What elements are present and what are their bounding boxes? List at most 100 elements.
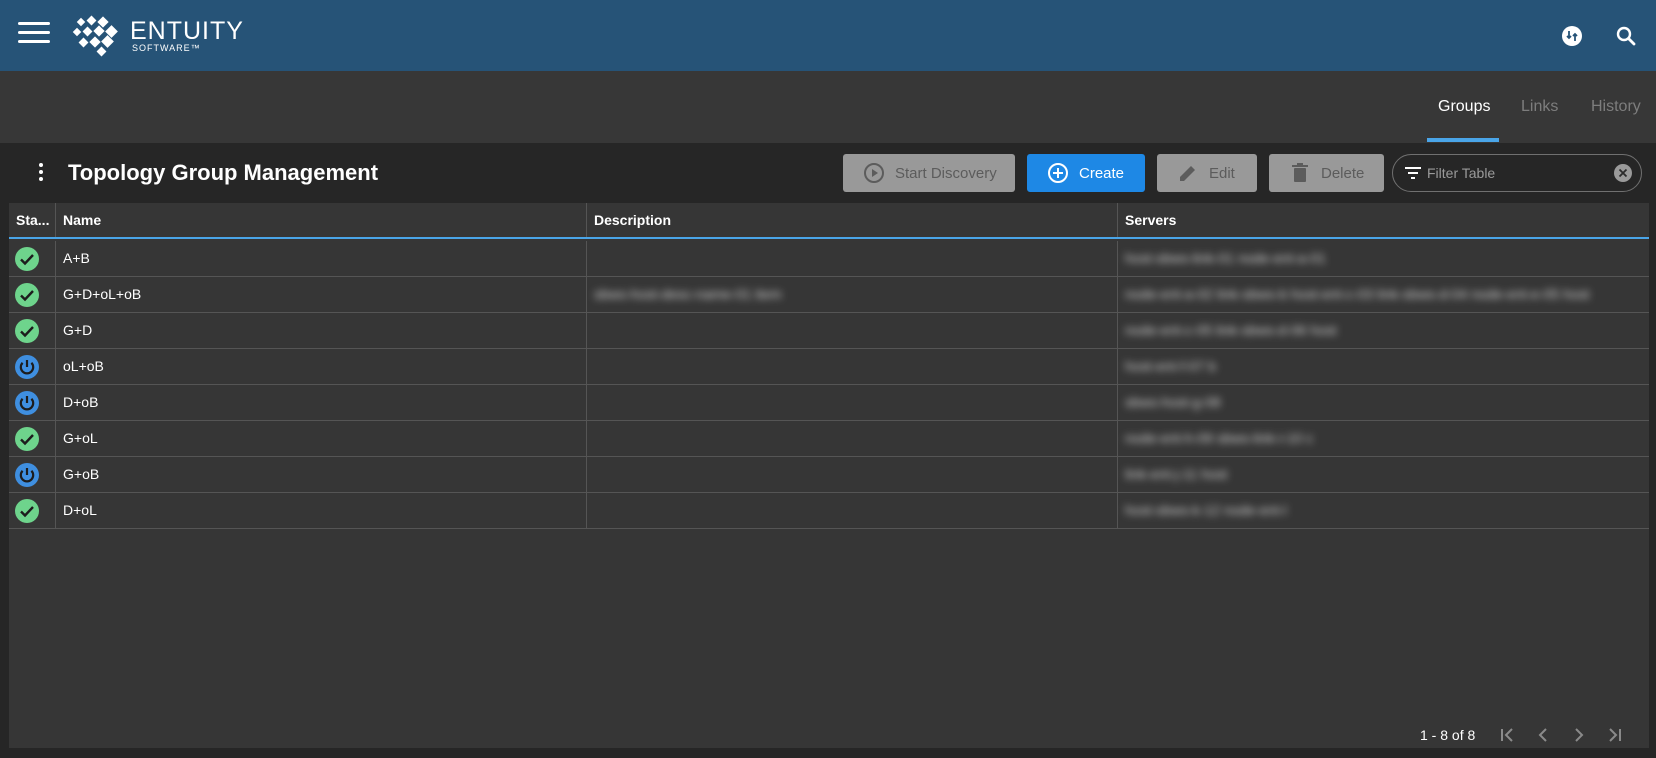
status-cell (9, 493, 56, 528)
kebab-menu-icon[interactable] (36, 163, 46, 183)
search-icon[interactable] (1614, 24, 1638, 48)
description-cell (587, 457, 1118, 492)
logo-name: ENTUITY (130, 17, 244, 45)
name-cell-text: A+B (63, 250, 90, 266)
name-cell: oL+oB (56, 349, 587, 384)
description-cell: sbws-host-desc-name-01 item (587, 277, 1118, 312)
power-circle-icon (15, 391, 39, 415)
next-page-icon[interactable] (1561, 723, 1597, 747)
entuity-logo[interactable]: ENTUITY SOFTWARE™ (72, 14, 244, 58)
edit-button[interactable]: Edit (1157, 154, 1257, 192)
servers-cell-text: host-ent-f-07 b (1125, 358, 1217, 374)
table-row[interactable]: D+oL host-sbws-k-12 node-ent-l (9, 493, 1649, 529)
description-cell (587, 349, 1118, 384)
name-cell: D+oB (56, 385, 587, 420)
top-app-bar: ENTUITY SOFTWARE™ (0, 0, 1656, 71)
first-page-icon[interactable] (1489, 723, 1525, 747)
create-button[interactable]: Create (1027, 154, 1145, 192)
tab-bar: Groups Links History (0, 71, 1656, 143)
start-discovery-button[interactable]: Start Discovery (843, 154, 1015, 192)
name-cell: G+D (56, 313, 587, 348)
name-cell-text: oL+oB (63, 358, 104, 374)
status-cell (9, 277, 56, 312)
description-cell (587, 493, 1118, 528)
servers-cell-text: node-ent-h-09 sbws-link-i-10 c (1125, 430, 1314, 446)
servers-cell: node-ent-a-02 link-sbws-b host-ent-c-03 … (1118, 277, 1649, 312)
table-row[interactable]: A+B host-sbws-link-01 node-ent-a-01 (9, 241, 1649, 277)
tab-groups[interactable]: Groups (1438, 71, 1490, 143)
table-row[interactable]: G+D node-ent-c-05 link-sbws-d-06 host (9, 313, 1649, 349)
panel-header: Topology Group Management Start Discover… (0, 143, 1656, 203)
table-row[interactable]: G+oB link-ent-j-11 host (9, 457, 1649, 493)
name-cell-text: G+oB (63, 466, 100, 482)
servers-cell: node-ent-c-05 link-sbws-d-06 host (1118, 313, 1649, 348)
pagination-count: 1 - 8 of 8 (1420, 727, 1476, 743)
check-circle-icon (15, 427, 39, 451)
servers-cell: sbws-host-g-08 (1118, 385, 1649, 420)
pencil-icon (1180, 166, 1195, 181)
main-panel: Topology Group Management Start Discover… (0, 143, 1656, 758)
previous-page-icon[interactable] (1525, 723, 1561, 747)
status-cell (9, 349, 56, 384)
tab-links[interactable]: Links (1521, 71, 1558, 143)
sync-icon[interactable] (1560, 24, 1584, 48)
name-cell-text: G+oL (63, 430, 98, 446)
table-row[interactable]: oL+oB host-ent-f-07 b (9, 349, 1649, 385)
trash-icon (1292, 163, 1308, 182)
column-header-name[interactable]: Name (56, 203, 587, 237)
servers-cell-text: sbws-host-g-08 (1125, 394, 1221, 410)
description-cell (587, 421, 1118, 456)
column-header-description[interactable]: Description (587, 203, 1118, 237)
filter-table-field[interactable] (1392, 154, 1642, 192)
servers-cell: host-ent-f-07 b (1118, 349, 1649, 384)
name-cell: G+oL (56, 421, 587, 456)
name-cell-text: G+D+oL+oB (63, 286, 142, 302)
name-cell: A+B (56, 241, 587, 276)
tab-history[interactable]: History (1591, 71, 1641, 143)
servers-cell: node-ent-h-09 sbws-link-i-10 c (1118, 421, 1649, 456)
pagination: 1 - 8 of 8 (1420, 720, 1633, 750)
delete-label: Delete (1321, 164, 1365, 182)
table-row[interactable]: G+oL node-ent-h-09 sbws-link-i-10 c (9, 421, 1649, 457)
column-header-servers[interactable]: Servers (1118, 203, 1649, 237)
groups-table: Sta... Name Description Servers A+B host-… (9, 203, 1649, 748)
name-cell: G+D+oL+oB (56, 277, 587, 312)
clear-circle-icon[interactable] (1613, 163, 1633, 183)
last-page-icon[interactable] (1597, 723, 1633, 747)
description-cell (587, 241, 1118, 276)
power-circle-icon (15, 355, 39, 379)
name-cell: D+oL (56, 493, 587, 528)
servers-cell-text: link-ent-j-11 host (1125, 466, 1228, 482)
create-label: Create (1079, 164, 1125, 182)
name-cell-text: D+oB (63, 394, 99, 410)
start-discovery-label: Start Discovery (895, 164, 997, 182)
check-circle-icon (15, 499, 39, 523)
status-cell (9, 457, 56, 492)
hamburger-menu-icon[interactable] (18, 22, 50, 44)
description-cell (587, 385, 1118, 420)
table-header: Sta... Name Description Servers (9, 203, 1649, 239)
servers-cell-text: host-sbws-link-01 node-ent-a-01 (1125, 250, 1326, 266)
name-cell-text: D+oL (63, 502, 97, 518)
active-tab-indicator (1427, 138, 1499, 142)
name-cell: G+oB (56, 457, 587, 492)
column-header-status[interactable]: Sta... (9, 203, 56, 237)
filter-icon (1405, 167, 1421, 179)
servers-cell: link-ent-j-11 host (1118, 457, 1649, 492)
check-circle-icon (15, 247, 39, 271)
delete-button[interactable]: Delete (1269, 154, 1384, 192)
add-circle-icon (1048, 163, 1068, 183)
status-cell (9, 385, 56, 420)
table-row[interactable]: G+D+oL+oB sbws-host-desc-name-01 item node… (9, 277, 1649, 313)
power-circle-icon (15, 463, 39, 487)
edit-label: Edit (1209, 164, 1235, 182)
description-cell-text: sbws-host-desc-name-01 item (594, 286, 782, 302)
servers-cell-text: node-ent-c-05 link-sbws-d-06 host (1125, 322, 1337, 338)
entuity-logo-mark-icon (72, 15, 118, 57)
servers-cell-text: host-sbws-k-12 node-ent-l (1125, 502, 1287, 518)
servers-cell: host-sbws-link-01 node-ent-a-01 (1118, 241, 1649, 276)
table-row[interactable]: D+oB sbws-host-g-08 (9, 385, 1649, 421)
check-circle-icon (15, 319, 39, 343)
filter-table-input[interactable] (1427, 165, 1607, 181)
name-cell-text: G+D (63, 322, 93, 338)
